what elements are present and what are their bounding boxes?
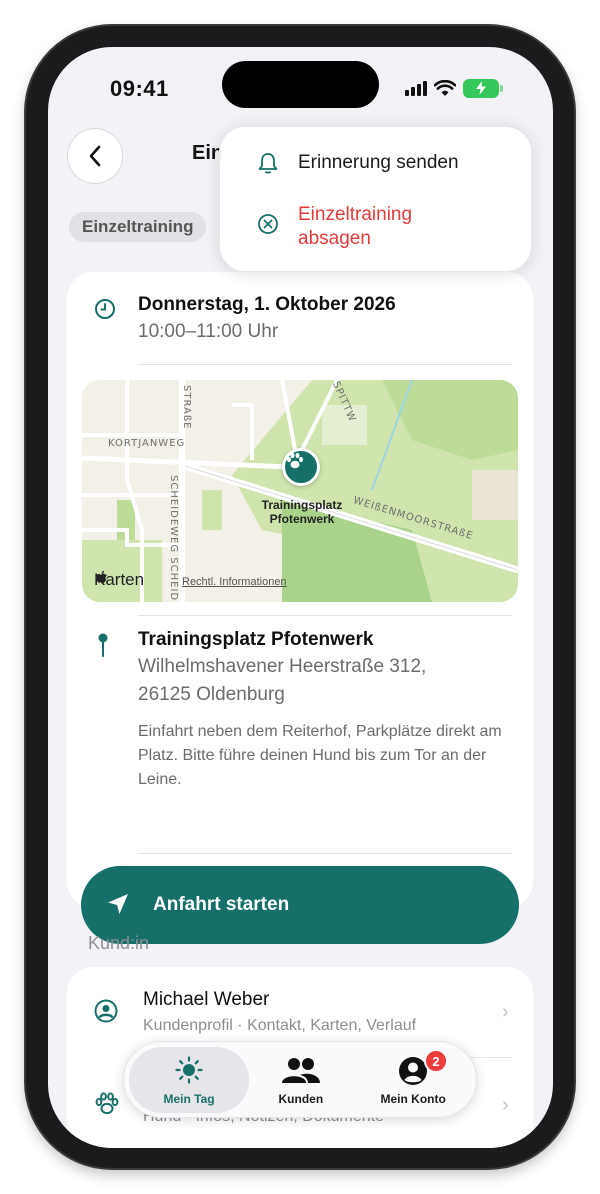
location-name: Trainingsplatz Pfotenwerk xyxy=(138,629,374,650)
context-menu: Erinnerung senden Einzeltraining absagen xyxy=(219,126,532,272)
map-brand: Karten xyxy=(94,570,144,590)
battery-charging-icon xyxy=(463,78,503,98)
person-circle-icon xyxy=(94,999,118,1023)
x-circle-icon xyxy=(258,214,278,234)
status-icons xyxy=(405,77,503,99)
appointment-date: Donnerstag, 1. Oktober 2026 xyxy=(138,294,396,315)
map-background xyxy=(82,380,518,602)
clock-icon xyxy=(95,299,115,319)
status-time: 09:41 xyxy=(110,76,169,101)
location-address-line2: 26125 Oldenburg xyxy=(138,684,285,705)
map-pin[interactable] xyxy=(282,448,320,486)
paw-outline-icon xyxy=(95,1092,119,1115)
people-icon xyxy=(282,1058,320,1083)
location-note: Einfahrt neben dem Reiterhof, Parkplätze… xyxy=(138,723,502,788)
location-address-line1: Wilhelmshavener Heerstraße 312, xyxy=(138,656,427,677)
back-button[interactable] xyxy=(67,128,123,184)
cancel-training-label: Einzeltraining absagen xyxy=(298,204,413,249)
appointment-time: 10:00–11:00 Uhr xyxy=(138,321,279,342)
map-pin-label: Trainingsplatz Pfotenwerk xyxy=(261,498,343,526)
wifi-icon xyxy=(434,79,456,96)
sun-icon xyxy=(175,1056,203,1084)
map-street-label: STRAßE xyxy=(181,385,192,430)
divider xyxy=(138,364,512,365)
location-map[interactable]: KORTJANWEG SCHEIDEWEG SCHEID STRAßE WEIß… xyxy=(82,380,518,602)
tab-mein-tag[interactable]: Mein Tag xyxy=(129,1047,249,1113)
paw-icon xyxy=(287,452,303,469)
tab-label: Kunden xyxy=(278,1092,324,1106)
chevron-right-icon: › xyxy=(502,1094,509,1116)
map-street-label: KORTJANWEG xyxy=(108,438,186,449)
menu-item-cancel-training[interactable]: Einzeltraining absagen xyxy=(220,203,533,255)
training-type-chip: Einzeltraining xyxy=(69,212,207,242)
tab-label: Mein Tag xyxy=(163,1092,215,1106)
divider xyxy=(138,615,512,616)
customer-section-title: Kund:in xyxy=(88,933,150,953)
notification-badge: 2 xyxy=(424,1049,448,1073)
send-reminder-label: Erinnerung senden xyxy=(298,152,459,173)
location-pin-icon xyxy=(98,633,108,657)
tab-mein-konto[interactable]: 2 Mein Konto xyxy=(353,1047,473,1113)
appointment-card: Donnerstag, 1. Oktober 2026 10:00–11:00 … xyxy=(67,272,533,944)
customer-subtitle: Kundenprofil · Kontakt, Karten, Verlauf xyxy=(143,1017,417,1034)
chevron-right-icon: › xyxy=(502,1001,509,1023)
menu-item-send-reminder[interactable]: Erinnerung senden xyxy=(220,151,533,181)
app-screen: 09:41 Ein Einzeltraining Donnerstag, 1. … xyxy=(48,47,553,1148)
map-legal-link[interactable]: Rechtl. Informationen xyxy=(182,576,287,588)
customer-name: Michael Weber xyxy=(143,989,270,1010)
cellular-signal-icon xyxy=(405,80,427,96)
bell-icon xyxy=(258,153,278,174)
tab-kunden[interactable]: Kunden xyxy=(251,1047,351,1113)
chevron-left-icon xyxy=(89,145,101,167)
map-street-label: SCHEIDEWEG SCHEID xyxy=(168,475,179,602)
tab-bar: Mein Tag Kunden 2 Mein Konto xyxy=(123,1041,477,1118)
dynamic-island xyxy=(222,61,379,108)
start-navigation-label: Anfahrt starten xyxy=(153,894,290,915)
apple-logo-icon xyxy=(96,570,107,583)
divider xyxy=(138,853,512,854)
tab-label: Mein Konto xyxy=(380,1092,446,1106)
navigation-arrow-icon xyxy=(108,894,128,914)
status-bar: 09:41 xyxy=(48,47,553,127)
